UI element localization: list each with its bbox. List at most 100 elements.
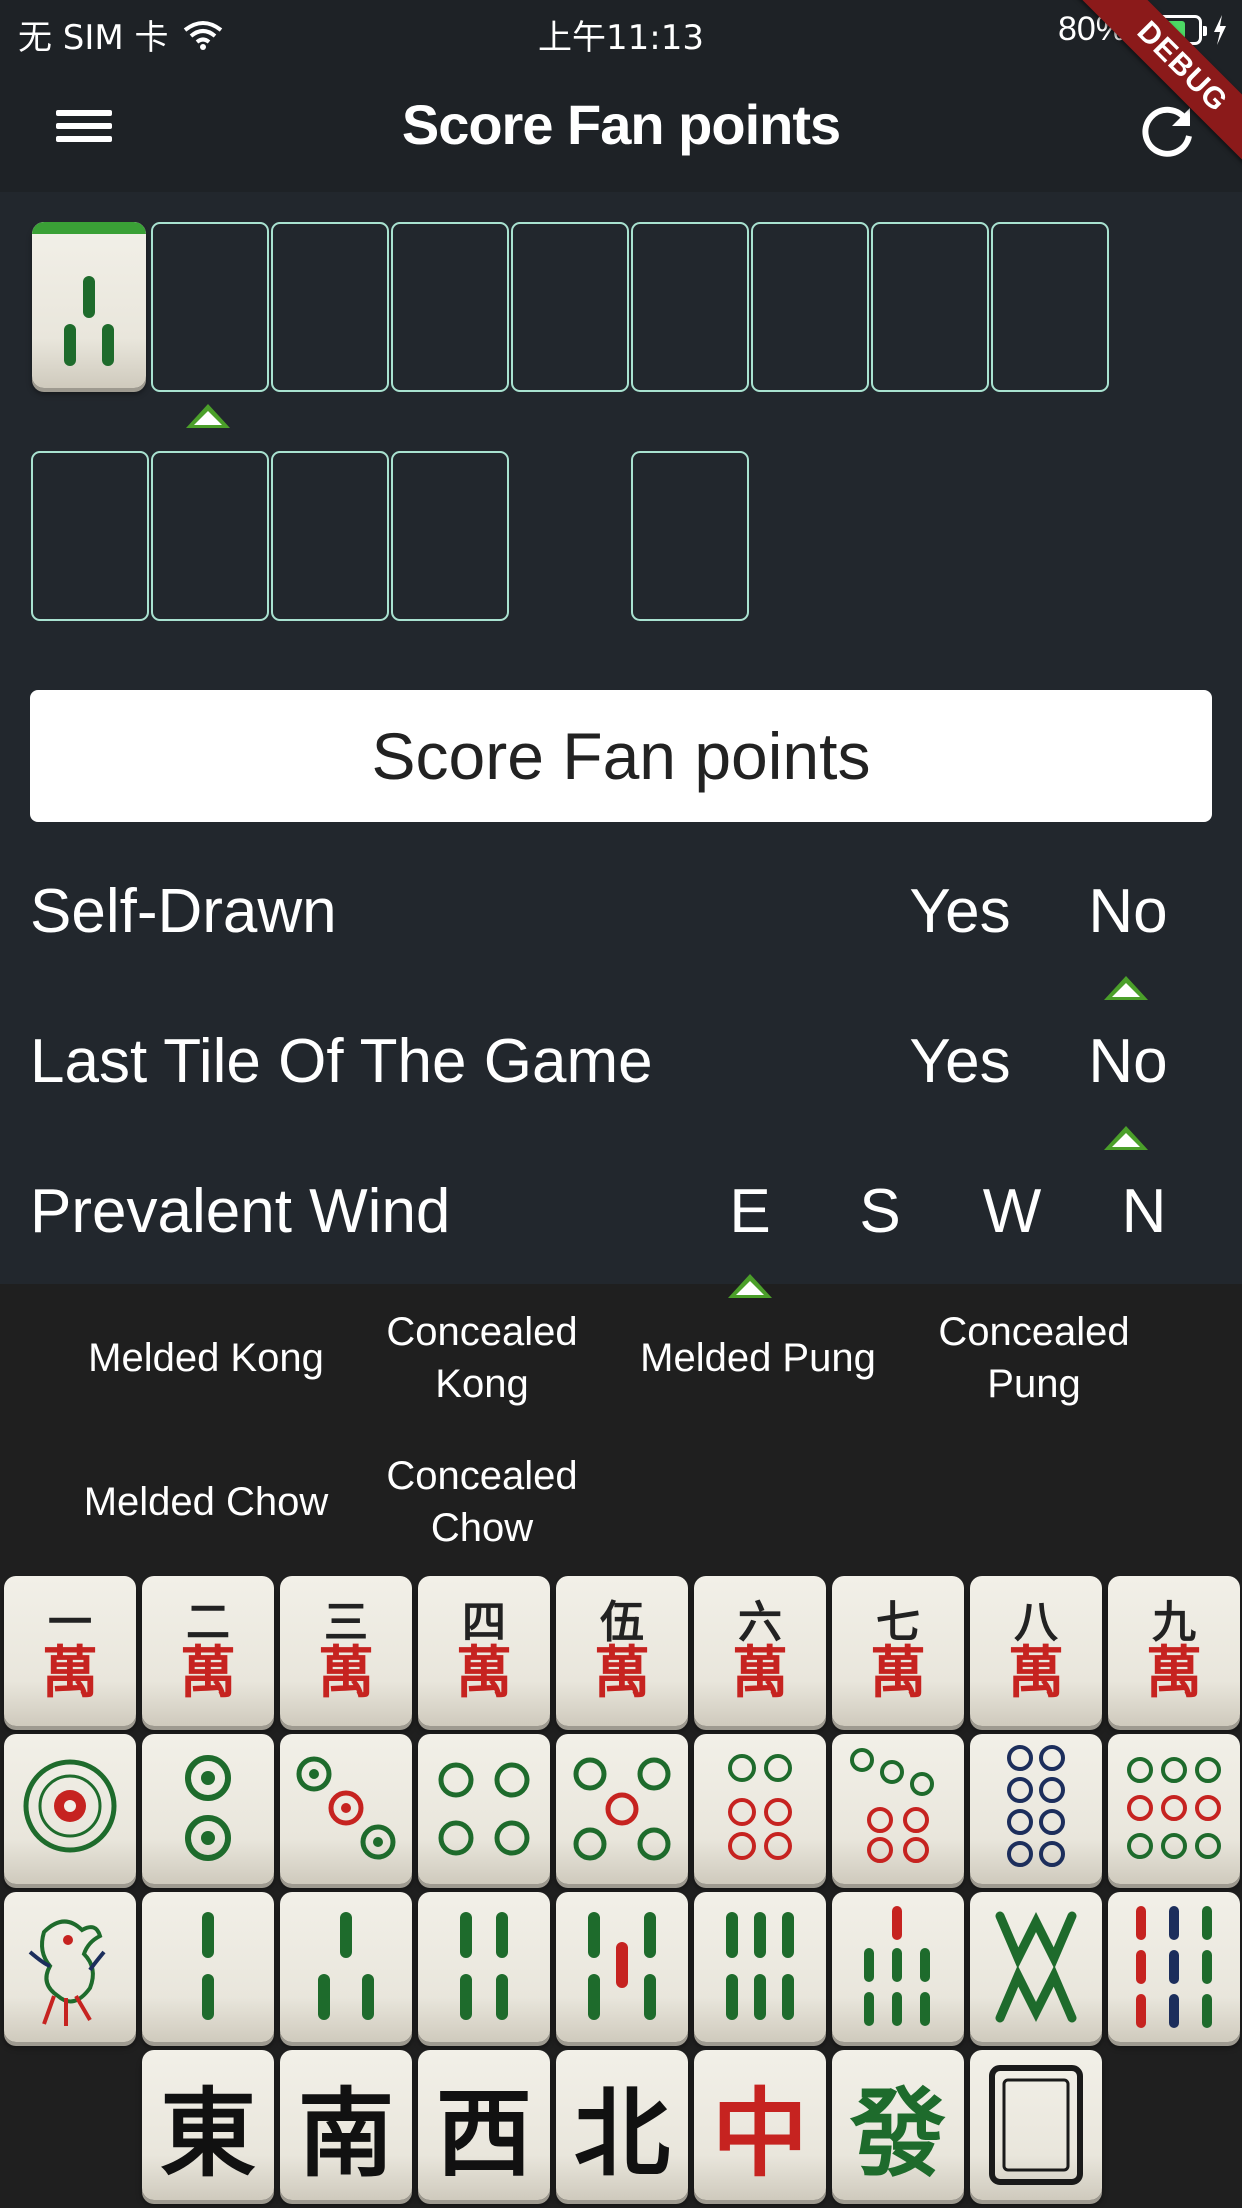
self-drawn-label: Self-Drawn	[30, 877, 337, 946]
dots-8-tile[interactable]	[970, 1734, 1102, 1884]
character-tile[interactable]: 三萬	[280, 1576, 412, 1726]
placed-tile-bamboo-3[interactable]	[32, 222, 146, 388]
tile-wan: 萬	[1146, 1640, 1202, 1706]
wind-s[interactable]: S	[840, 1176, 920, 1247]
red-dragon-tile[interactable]: 中	[694, 2050, 826, 2200]
dots-8-icon	[1007, 1745, 1065, 1867]
last-tile-selected-marker	[1104, 1126, 1148, 1150]
bamboo-6-tile[interactable]	[694, 1892, 826, 2042]
hand-slot[interactable]	[151, 451, 269, 621]
bamboo-9-tile[interactable]	[1108, 1892, 1240, 2042]
hand-slot[interactable]	[391, 451, 509, 621]
last-tile-no[interactable]: No	[1068, 1026, 1188, 1097]
tile-wan: 萬	[732, 1640, 788, 1706]
dots-1-tile[interactable]	[4, 1734, 136, 1884]
hand-slot[interactable]	[31, 451, 149, 621]
wind-selected-marker	[728, 1274, 772, 1298]
tile-wan: 萬	[870, 1640, 926, 1706]
self-drawn-no[interactable]: No	[1068, 876, 1188, 947]
character-tile[interactable]: 九萬	[1108, 1576, 1240, 1726]
bamboo-9-icon	[1136, 1906, 1212, 2028]
character-tile[interactable]: 八萬	[970, 1576, 1102, 1726]
hand-slot[interactable]	[871, 222, 989, 392]
score-button[interactable]: Score Fan points	[30, 690, 1212, 822]
tile-number: 八	[1014, 1597, 1058, 1648]
character-tile[interactable]: 六萬	[694, 1576, 826, 1726]
melded-kong-button[interactable]: Melded Kong	[68, 1332, 344, 1384]
concealed-kong-button[interactable]: Concealed Kong	[344, 1306, 620, 1410]
dots-4-tile[interactable]	[418, 1734, 550, 1884]
dots-2-icon	[185, 1755, 231, 1861]
east-wind-tile[interactable]: 東	[142, 2050, 274, 2200]
hand-slot[interactable]	[271, 222, 389, 392]
hand-slot[interactable]	[751, 222, 869, 392]
dots-6-tile[interactable]	[694, 1734, 826, 1884]
dots-7-tile[interactable]	[832, 1734, 964, 1884]
bamboo-8-icon	[995, 1911, 1077, 2023]
honor-glyph: 南	[298, 2076, 394, 2190]
dots-2-tile[interactable]	[142, 1734, 274, 1884]
status-bar: 无 SIM 卡 上午11:13 80%	[0, 0, 1242, 62]
bamboo-2-tile[interactable]	[142, 1892, 274, 2042]
bamboo-1-tile[interactable]	[4, 1892, 136, 2042]
hand-slot[interactable]	[631, 222, 749, 392]
south-wind-tile[interactable]: 南	[280, 2050, 412, 2200]
active-slot-marker	[186, 404, 230, 428]
honor-glyph: 北	[574, 2076, 670, 2190]
bamboo-6-icon	[726, 1912, 794, 2020]
self-drawn-selected-marker	[1104, 976, 1148, 1000]
dots-6-icon	[728, 1754, 792, 1860]
status-time: 上午11:13	[538, 18, 704, 58]
character-tile[interactable]: 伍萬	[556, 1576, 688, 1726]
page-title: Score Fan points	[401, 93, 841, 156]
melded-chow-button[interactable]: Melded Chow	[68, 1476, 344, 1528]
self-drawn-yes[interactable]: Yes	[900, 876, 1020, 947]
charging-icon	[1214, 14, 1226, 45]
concealed-pung-button[interactable]: Concealed Pung	[896, 1306, 1172, 1410]
tile-number: 六	[738, 1597, 782, 1648]
bamboo-3-tile[interactable]	[280, 1892, 412, 2042]
dots-3-tile[interactable]	[280, 1734, 412, 1884]
dots-9-tile[interactable]	[1108, 1734, 1240, 1884]
tile-wan: 萬	[594, 1640, 650, 1706]
tile-number: 伍	[600, 1597, 644, 1648]
dots-3-icon	[296, 1756, 396, 1860]
melded-pung-button[interactable]: Melded Pung	[620, 1332, 896, 1384]
tile-picker-panel: Melded Kong Concealed Kong Melded Pung C…	[0, 1274, 1242, 2208]
north-wind-tile[interactable]: 北	[556, 2050, 688, 2200]
concealed-chow-button[interactable]: Concealed Chow	[344, 1450, 620, 1554]
tile-number: 三	[324, 1597, 368, 1648]
bamboo-7-icon	[864, 1906, 930, 2026]
character-tile[interactable]: 二萬	[142, 1576, 274, 1726]
winning-tile-slot[interactable]	[631, 451, 749, 621]
character-tile[interactable]: 四萬	[418, 1576, 550, 1726]
dots-5-tile[interactable]	[556, 1734, 688, 1884]
bamboo-7-tile[interactable]	[832, 1892, 964, 2042]
honor-glyph: 西	[436, 2076, 532, 2190]
bamboo-4-tile[interactable]	[418, 1892, 550, 2042]
prevalent-wind-label: Prevalent Wind	[30, 1177, 451, 1246]
wind-w[interactable]: W	[972, 1176, 1052, 1247]
bamboo-3-icon	[318, 1912, 374, 2020]
wind-n[interactable]: N	[1104, 1176, 1184, 1247]
hand-slot[interactable]	[511, 222, 629, 392]
tile-wan: 萬	[42, 1640, 98, 1706]
character-tile[interactable]: 一萬	[4, 1576, 136, 1726]
west-wind-tile[interactable]: 西	[418, 2050, 550, 2200]
bamboo-8-tile[interactable]	[970, 1892, 1102, 2042]
last-tile-yes[interactable]: Yes	[900, 1026, 1020, 1097]
wind-e[interactable]: E	[710, 1176, 790, 1247]
bamboo-5-tile[interactable]	[556, 1892, 688, 2042]
tile-wan: 萬	[180, 1640, 236, 1706]
hand-slot[interactable]	[391, 222, 509, 392]
hand-slot[interactable]	[151, 222, 269, 392]
honor-glyph: 中	[712, 2076, 808, 2190]
hand-slot[interactable]	[271, 451, 389, 621]
honor-glyph: 東	[160, 2076, 256, 2190]
hand-slot[interactable]	[991, 222, 1109, 392]
white-dragon-tile[interactable]	[970, 2050, 1102, 2200]
green-dragon-tile[interactable]: 發	[832, 2050, 964, 2200]
bird-icon	[28, 1919, 106, 2026]
character-tile[interactable]: 七萬	[832, 1576, 964, 1726]
dots-7-icon	[850, 1748, 934, 1863]
